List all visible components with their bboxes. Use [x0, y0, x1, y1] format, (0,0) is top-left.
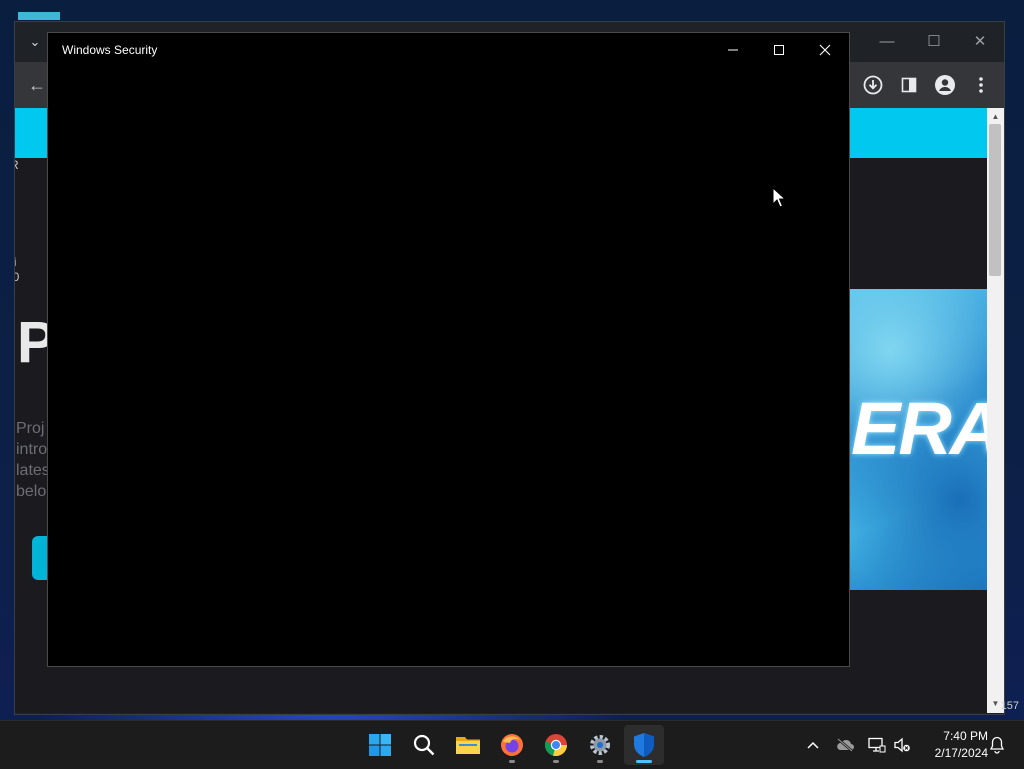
chevron-up-icon [807, 741, 819, 749]
scroll-up-arrow[interactable]: ▲ [987, 110, 1004, 124]
shield-icon [634, 733, 654, 757]
taskbar: 7:40 PM 2/17/2024 [0, 720, 1024, 769]
page-corner-text: ew [950, 688, 987, 700]
start-button[interactable] [360, 725, 400, 765]
page-paragraph-line: lates [16, 462, 50, 479]
settings-button[interactable] [580, 725, 620, 765]
chrome-button[interactable] [536, 725, 576, 765]
volume-muted-icon[interactable] [891, 733, 913, 757]
download-icon[interactable] [860, 72, 886, 98]
minimize-button[interactable] [711, 37, 755, 63]
folder-icon [456, 737, 480, 754]
search-button[interactable] [404, 725, 444, 765]
profile-icon[interactable] [932, 72, 958, 98]
notifications-button[interactable] [986, 733, 1008, 757]
page-edge-text: R [15, 158, 19, 172]
network-icon[interactable] [866, 733, 888, 757]
more-menu-icon[interactable] [968, 72, 994, 98]
tab-search-button[interactable]: ⌄ [23, 31, 47, 53]
running-indicator-active [636, 760, 652, 763]
window-title: Windows Security [62, 43, 158, 57]
hero-image: ERA [849, 289, 987, 590]
scroll-thumb[interactable] [989, 124, 1001, 276]
page-paragraph-line: belo [16, 483, 47, 500]
running-indicator [553, 760, 559, 763]
close-button[interactable] [803, 37, 847, 63]
clock-date: 2/17/2024 [934, 746, 988, 760]
browser-close-button[interactable]: ✕ [960, 30, 1000, 54]
windows-logo-icon [369, 734, 391, 756]
page-paragraph-line: intro [16, 441, 48, 458]
back-button[interactable]: ← [25, 74, 49, 96]
maximize-button[interactable] [757, 37, 801, 63]
show-hidden-icons-button[interactable] [802, 733, 824, 757]
windows-security-window[interactable]: Windows Security [47, 32, 850, 667]
side-panel-icon[interactable] [896, 72, 922, 98]
page-edge-text: 20 [15, 270, 20, 284]
maximize-icon [774, 45, 784, 55]
windows-security-button[interactable] [624, 725, 664, 765]
desktop-window-sliver [18, 12, 60, 20]
search-icon [413, 734, 435, 756]
running-indicator [597, 760, 603, 763]
browser-maximize-button[interactable]: ☐ [914, 30, 954, 54]
system-clock[interactable]: 7:40 PM 2/17/2024 [918, 728, 988, 762]
browser-minimize-button[interactable]: — [867, 30, 907, 54]
clock-time: 7:40 PM [943, 729, 988, 743]
page-scrollbar[interactable]: ▲ ▼ [987, 108, 1004, 713]
gear-icon [590, 735, 610, 755]
page-edge-text: Vi [15, 255, 16, 269]
bell-icon [989, 736, 1005, 754]
hero-image-text: ERA [851, 387, 987, 470]
close-icon [819, 44, 831, 56]
desktop-corner-text: 157 [1000, 700, 1019, 712]
page-paragraph-line: Proj [16, 420, 45, 437]
minimize-icon [728, 49, 738, 51]
onedrive-icon[interactable] [834, 733, 856, 757]
file-explorer-button[interactable] [448, 725, 488, 765]
mouse-cursor-icon [772, 187, 786, 208]
chrome-icon [544, 734, 567, 757]
firefox-icon [501, 734, 523, 756]
running-indicator [509, 760, 515, 763]
firefox-button[interactable] [492, 725, 532, 765]
